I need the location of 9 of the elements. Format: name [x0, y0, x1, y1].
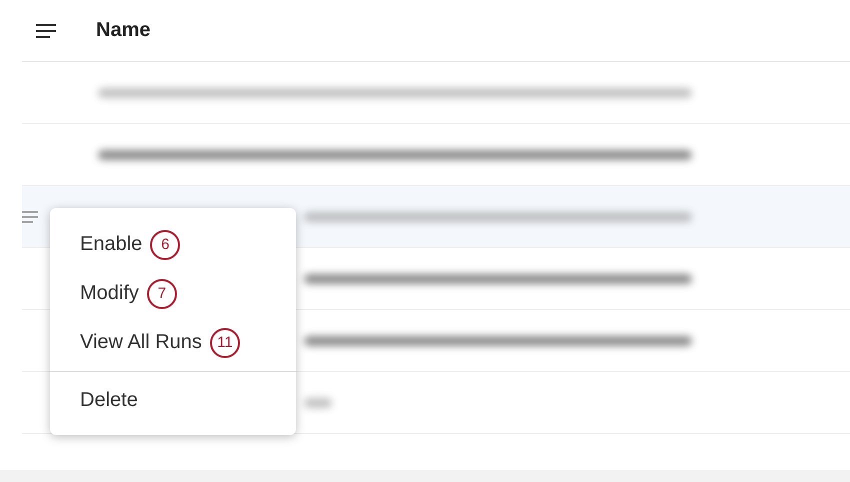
callout-number: 6: [150, 230, 180, 260]
callout-number: 7: [146, 278, 177, 308]
menu-item[interactable]: View All Runs: [80, 331, 202, 354]
menu-item[interactable]: Delete: [80, 389, 138, 412]
callout-number: 11: [210, 328, 240, 358]
menu-icon[interactable]: [36, 24, 56, 38]
column-header[interactable]: Name: [96, 19, 150, 42]
menu-item[interactable]: Enable: [80, 233, 142, 256]
menu-item[interactable]: Modify: [80, 282, 139, 305]
